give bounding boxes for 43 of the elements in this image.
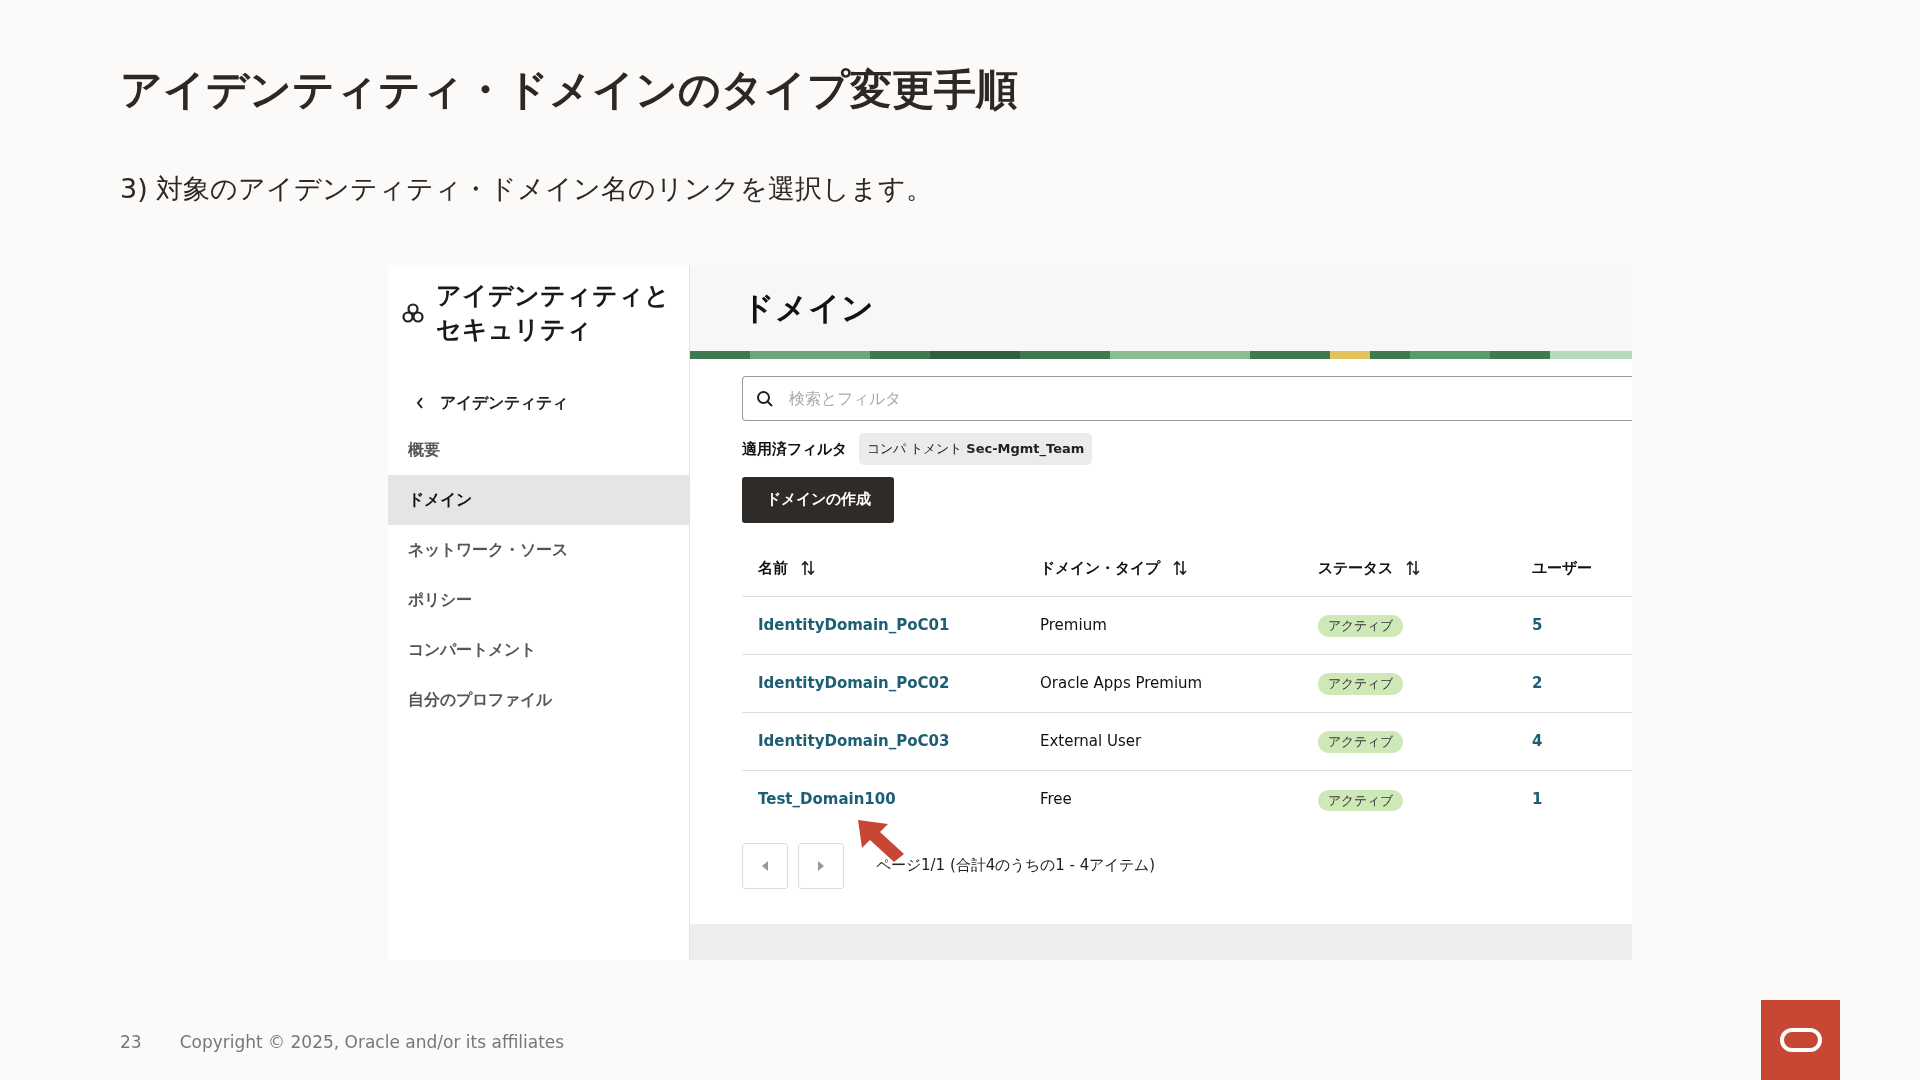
search-field[interactable]: 検索とフィルタ (742, 376, 1632, 421)
filter-chip[interactable]: コンパ トメント Sec-Mgmt_Team (859, 433, 1093, 465)
users-link[interactable]: 1 (1532, 788, 1632, 811)
create-domain-button[interactable]: ドメインの作成 (742, 476, 894, 523)
status-badge: アクティブ (1318, 615, 1403, 637)
status-badge: アクティブ (1318, 789, 1403, 811)
table-cell-text: Oracle Apps Premium (1040, 672, 1204, 694)
triangle-left-icon (762, 860, 768, 871)
column-header: ステータス (1318, 557, 1393, 579)
sort-icon[interactable] (1405, 559, 1421, 577)
sidebar-title: アイデンティティと (436, 280, 670, 312)
triangle-right-icon (818, 860, 824, 871)
table-cell-text: Premium (1040, 614, 1108, 636)
domain-link[interactable]: IdentityDomain_PoC02 (758, 671, 1040, 695)
table-cell-text: External User (1040, 730, 1143, 752)
applied-filters-label: 適用済フィルタ (742, 438, 847, 460)
copyright-text: Copyright © 2025, Oracle and/or its affiliates (179, 1031, 565, 1054)
status-badge: アクティブ (1318, 673, 1403, 695)
page-number: 23 (120, 1031, 142, 1054)
page-heading: ドメイン (742, 288, 874, 329)
domain-link[interactable]: IdentityDomain_PoC01 (758, 613, 1040, 637)
domain-link[interactable]: Test_Domain100 (758, 788, 1040, 811)
table-cell-text: Free (1040, 789, 1073, 811)
users-link[interactable]: 2 (1532, 671, 1632, 695)
chevron-left-icon (416, 397, 424, 409)
users-link[interactable]: 4 (1532, 729, 1632, 753)
column-header: 名前 (758, 557, 788, 579)
ring-logo-icon (1778, 1027, 1823, 1053)
status-badge: アクティブ (1318, 731, 1403, 753)
sidebar-title: セキュリティ (436, 314, 593, 346)
users-link[interactable]: 5 (1532, 613, 1632, 637)
back-link[interactable]: アイデンティティ (416, 391, 689, 415)
sort-icon[interactable] (1172, 559, 1188, 577)
cluster-icon (402, 303, 424, 323)
column-header: ドメイン・タイプ (1040, 557, 1160, 579)
nav-item[interactable]: ドメイン (388, 475, 689, 525)
sort-icon[interactable] (800, 559, 816, 577)
step-text: 3) 対象のアイデンティティ・ドメイン名のリンクを選択します。 (120, 171, 935, 206)
slide-title: アイデンティティ・ドメインのタイプ変更手順 (120, 64, 1019, 116)
search-icon (756, 390, 774, 408)
pagination-text: ページ1/1 (合計4のうちの1 - 4アイテム) (876, 855, 1156, 877)
domain-link[interactable]: IdentityDomain_PoC03 (758, 729, 1040, 753)
column-header: ユーザー (1532, 557, 1592, 579)
